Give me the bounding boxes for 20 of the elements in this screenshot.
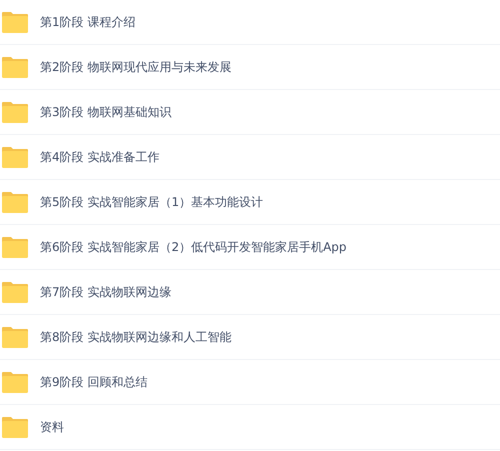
folder-icon xyxy=(2,192,28,212)
folder-icon xyxy=(2,326,28,348)
folder-name[interactable]: 第2阶段 物联网现代应用与未来发展 xyxy=(40,58,232,76)
folder-name[interactable]: 第5阶段 实战智能家居（1）基本功能设计 xyxy=(40,194,264,210)
folder-name[interactable]: 第3阶段 物联网基础知识 xyxy=(40,104,172,120)
folder-icon xyxy=(2,236,28,258)
folder-icon xyxy=(2,56,28,78)
folder-name[interactable]: 第8阶段 实战物联网边缘和人工智能 xyxy=(40,328,232,346)
folder-name[interactable]: 资料 xyxy=(40,418,64,436)
folder-name[interactable]: 第4阶段 实战准备工作 xyxy=(40,148,160,166)
folder-name[interactable]: 第1阶段 课程介绍 xyxy=(40,14,136,30)
folder-icon xyxy=(2,146,28,168)
folder-name[interactable]: 第6阶段 实战智能家居（2）低代码开发智能家居手机App xyxy=(40,238,347,256)
folder-icon xyxy=(2,12,28,32)
folder-icon xyxy=(2,372,28,392)
folder-name[interactable]: 第9阶段 回顾和总结 xyxy=(40,374,148,390)
folder-icon xyxy=(2,416,28,438)
folder-name[interactable]: 第7阶段 实战物联网边缘 xyxy=(40,284,172,300)
folder-icon xyxy=(2,282,28,302)
folder-icon xyxy=(2,102,28,122)
